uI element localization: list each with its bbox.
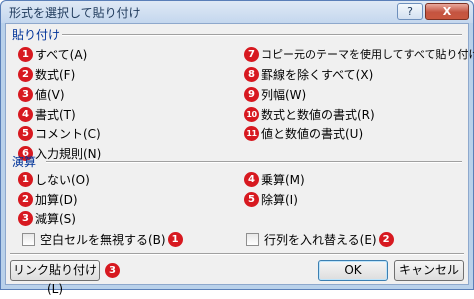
operation-section-title: 演算 bbox=[12, 155, 37, 169]
paste-option-values-and-number-formats[interactable]: 11 値と数値の書式(U) bbox=[244, 124, 363, 142]
annotation-badge: 3 bbox=[18, 86, 33, 102]
annotation-badge: 9 bbox=[244, 86, 259, 102]
annotation-badge: 4 bbox=[244, 171, 259, 187]
option-label: コピー元のテーマを使用してすべて貼り付け(H) bbox=[261, 48, 474, 61]
close-button[interactable]: X bbox=[425, 3, 469, 20]
option-label: 入力規則(N) bbox=[35, 146, 102, 161]
title-bar: 形式を選択して貼り付け ? X bbox=[1, 1, 473, 23]
annotation-badge: 4 bbox=[18, 106, 33, 122]
annotation-badge: 7 bbox=[244, 46, 259, 62]
operation-option-divide[interactable]: 5 除算(I) bbox=[244, 190, 298, 208]
cancel-button[interactable]: キャンセル bbox=[394, 260, 464, 281]
paste-option-all[interactable]: 1 すべて(A) bbox=[18, 45, 87, 63]
paste-option-formulas-and-number-formats[interactable]: 10 数式と数値の書式(R) bbox=[244, 105, 375, 123]
dialog-title: 形式を選択して貼り付け bbox=[9, 6, 141, 20]
transpose-checkbox[interactable]: 行列を入れ替える(E) 2 bbox=[246, 230, 396, 248]
annotation-badge: 1 bbox=[18, 46, 33, 62]
operation-option-multiply[interactable]: 4 乗算(M) bbox=[244, 170, 305, 188]
checkbox-box[interactable] bbox=[22, 232, 35, 246]
option-label: 除算(I) bbox=[261, 192, 298, 207]
checkbox-box[interactable] bbox=[246, 232, 259, 246]
checkbox-label: 空白セルを無視する(B) bbox=[40, 232, 166, 247]
option-label: しない(O) bbox=[35, 172, 90, 187]
paste-section-title: 貼り付け bbox=[12, 28, 61, 42]
annotation-badge: 3 bbox=[18, 210, 33, 226]
option-label: すべて(A) bbox=[35, 47, 88, 62]
operation-option-add[interactable]: 2 加算(D) bbox=[18, 190, 78, 208]
paste-section-divider bbox=[62, 34, 462, 36]
skip-blanks-checkbox[interactable]: 空白セルを無視する(B) 1 bbox=[22, 230, 185, 248]
option-label: 罫線を除くすべて(X) bbox=[261, 67, 374, 82]
annotation-badge: 10 bbox=[244, 106, 259, 122]
option-label: 減算(S) bbox=[35, 211, 76, 226]
operation-section-divider bbox=[46, 161, 462, 163]
option-label: 加算(D) bbox=[35, 192, 78, 207]
paste-option-formats[interactable]: 4 書式(T) bbox=[18, 105, 76, 123]
paste-option-formulas[interactable]: 2 数式(F) bbox=[18, 65, 75, 83]
ok-button[interactable]: OK bbox=[318, 260, 388, 281]
operation-option-none[interactable]: 1 しない(O) bbox=[18, 170, 90, 188]
annotation-badge: 3 bbox=[105, 263, 120, 278]
option-label: コメント(C) bbox=[35, 126, 101, 141]
annotation-badge: 2 bbox=[18, 66, 33, 82]
annotation-badge: 2 bbox=[378, 231, 394, 247]
paste-option-comments[interactable]: 5 コメント(C) bbox=[18, 124, 101, 142]
checkbox-label: 行列を入れ替える(E) bbox=[264, 232, 377, 247]
option-label: 数式(F) bbox=[35, 67, 76, 82]
paste-option-all-using-source-theme[interactable]: 7 コピー元のテーマを使用してすべて貼り付け(H) bbox=[244, 45, 474, 63]
paste-special-dialog: 形式を選択して貼り付け ? X 貼り付け 1 すべて(A) 2 数式(F) 3 … bbox=[0, 0, 474, 296]
paste-option-column-widths[interactable]: 9 列幅(W) bbox=[244, 85, 306, 103]
option-label: 値(V) bbox=[35, 87, 65, 102]
option-label: 列幅(W) bbox=[261, 87, 307, 102]
option-label: 乗算(M) bbox=[261, 172, 305, 187]
help-button[interactable]: ? bbox=[397, 3, 423, 20]
annotation-badge: 1 bbox=[18, 171, 33, 187]
paste-option-all-except-borders[interactable]: 8 罫線を除くすべて(X) bbox=[244, 65, 373, 83]
annotation-badge: 2 bbox=[18, 191, 33, 207]
annotation-badge: 8 bbox=[244, 66, 259, 82]
dialog-body: 貼り付け 1 すべて(A) 2 数式(F) 3 値(V) 4 書式(T) 5 コ… bbox=[5, 23, 474, 296]
annotation-badge: 5 bbox=[244, 191, 259, 207]
button-row-divider bbox=[10, 253, 464, 255]
option-label: 書式(T) bbox=[35, 107, 76, 122]
annotation-badge: 5 bbox=[18, 125, 33, 141]
operation-option-subtract[interactable]: 3 減算(S) bbox=[18, 209, 76, 227]
option-label: 値と数値の書式(U) bbox=[261, 126, 364, 141]
annotation-badge: 1 bbox=[167, 231, 183, 247]
paste-option-values[interactable]: 3 値(V) bbox=[18, 85, 65, 103]
paste-link-button[interactable]: リンク貼り付け(L) bbox=[10, 260, 100, 296]
option-label: 数式と数値の書式(R) bbox=[261, 107, 375, 122]
annotation-badge: 11 bbox=[244, 125, 259, 141]
